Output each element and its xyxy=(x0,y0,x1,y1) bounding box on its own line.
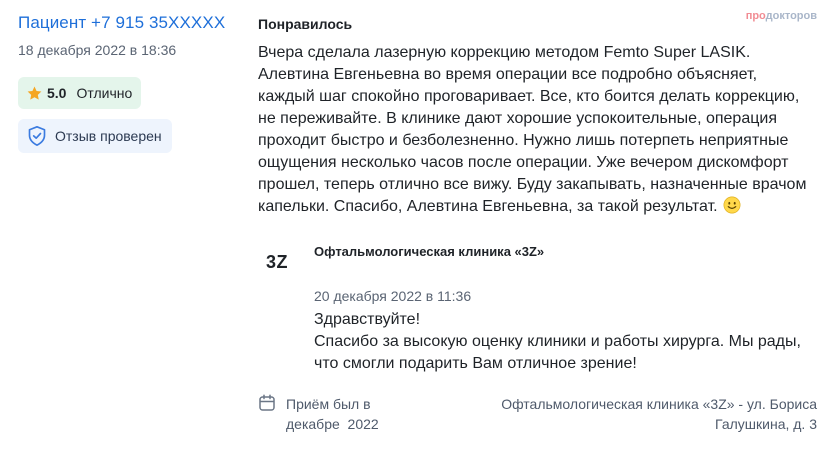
calendar-icon xyxy=(259,394,275,411)
reply-greeting: Здравствуйте! xyxy=(314,311,421,328)
verified-badge[interactable]: Отзыв проверен xyxy=(18,119,172,153)
review-header: Понравилось xyxy=(258,14,828,34)
verified-label: Отзыв проверен xyxy=(55,128,162,144)
brand-part-1: про xyxy=(745,10,766,22)
address-line-1: Офтальмологическая клиника «3Z» - ул. Бо… xyxy=(501,396,817,412)
review-body: Вчера сделала лазерную коррекцию методом… xyxy=(258,42,818,218)
shield-check-icon xyxy=(28,126,46,147)
rating-score: 5.0 xyxy=(47,85,67,101)
review-date: 18 декабря 2022 в 18:36 xyxy=(18,42,177,58)
visit-line-1: Приём был в xyxy=(286,396,371,412)
review-author-link[interactable]: Пациент +7 915 35XXXXX xyxy=(18,12,238,34)
reply-body: Здравствуйте! Спасибо за высокую оценку … xyxy=(314,309,814,375)
clinic-logo: 3Z xyxy=(266,252,289,272)
clinic-address-link[interactable]: Офтальмологическая клиника «3Z» - ул. Бо… xyxy=(457,394,817,434)
star-icon xyxy=(27,86,42,100)
visit-date: Приём был в декабре 2022 xyxy=(286,394,416,434)
section-label-liked: Понравилось xyxy=(258,16,353,32)
brand-part-2: докторов xyxy=(765,10,817,22)
reply-date: 20 декабря 2022 в 11:36 xyxy=(314,288,472,304)
clinic-name: Офтальмологическая клиника «3Z» xyxy=(314,244,545,259)
reply-text: Спасибо за высокую оценку клиники и рабо… xyxy=(314,333,801,372)
review-text: Вчера сделала лазерную коррекцию методом… xyxy=(258,44,807,215)
prodoctorov-logo: продокторов xyxy=(746,10,817,22)
review-meta: Пациент +7 915 35XXXXX 18 декабря 2022 в… xyxy=(18,12,238,153)
visit-line-2: декабре 2022 xyxy=(286,416,379,432)
smiley-emoji-icon xyxy=(723,196,741,214)
rating-badge: 5.0 Отлично xyxy=(18,77,142,109)
rating-label: Отлично xyxy=(76,85,133,101)
address-line-2: Галушкина, д. 3 xyxy=(715,416,817,432)
